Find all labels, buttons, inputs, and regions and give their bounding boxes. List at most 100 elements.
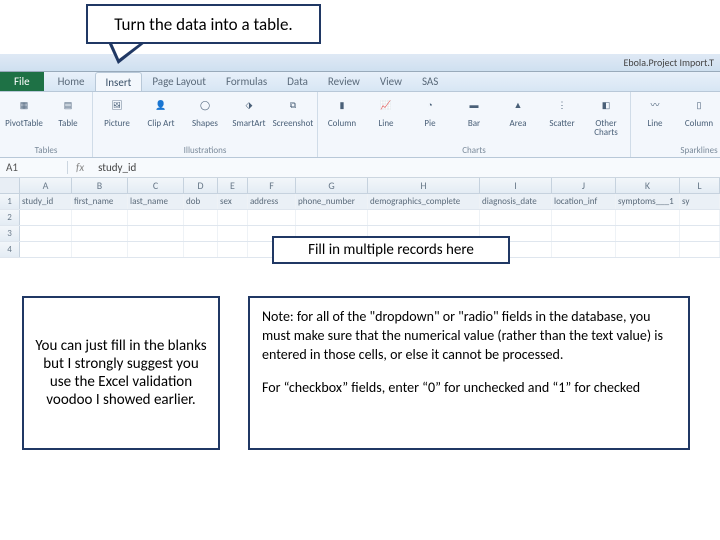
table-button[interactable]: ▤Table: [48, 95, 88, 128]
cell[interactable]: [368, 210, 480, 225]
column-chart-button[interactable]: ▮Column: [322, 95, 362, 138]
cell[interactable]: [184, 242, 218, 257]
other-charts-button[interactable]: ◧Other Charts: [586, 95, 626, 138]
pie-chart-button[interactable]: ◔Pie: [410, 95, 450, 138]
cell[interactable]: location_inf: [552, 194, 616, 209]
cell[interactable]: [218, 210, 248, 225]
ribbon-body: ▦PivotTable ▤Table Tables 🖼Picture 👤Clip…: [0, 92, 720, 158]
formula-value[interactable]: study_id: [92, 161, 142, 174]
scatter-chart-button[interactable]: ⋮Scatter: [542, 95, 582, 138]
cell[interactable]: [552, 226, 616, 241]
cell[interactable]: [20, 242, 72, 257]
col-header[interactable]: J: [552, 178, 616, 193]
tab-sas[interactable]: SAS: [412, 72, 448, 91]
table-row[interactable]: 2: [0, 210, 720, 226]
excel-window: Ebola.Project Import.T File Home Insert …: [0, 54, 720, 258]
cell[interactable]: last_name: [128, 194, 184, 209]
row-header[interactable]: 2: [0, 210, 20, 225]
cell[interactable]: [184, 226, 218, 241]
ribbon-tabs: File Home Insert Page Layout Formulas Da…: [0, 72, 720, 92]
col-header[interactable]: F: [248, 178, 296, 193]
note-paragraph: For “checkbox” fields, enter “0” for unc…: [262, 379, 676, 398]
clipart-button[interactable]: 👤Clip Art: [141, 95, 181, 128]
cell[interactable]: dob: [184, 194, 218, 209]
cell[interactable]: [218, 226, 248, 241]
col-header[interactable]: C: [128, 178, 184, 193]
name-box[interactable]: A1: [0, 161, 68, 174]
cell[interactable]: diagnosis_date: [480, 194, 552, 209]
cell[interactable]: address: [248, 194, 296, 209]
smartart-button[interactable]: ⬗SmartArt: [229, 95, 269, 128]
tab-review[interactable]: Review: [318, 72, 370, 91]
cell[interactable]: [72, 242, 128, 257]
cell[interactable]: [616, 226, 680, 241]
select-all-corner[interactable]: [0, 178, 20, 193]
cell[interactable]: [128, 242, 184, 257]
scatter-chart-icon: ⋮: [551, 95, 573, 117]
cell[interactable]: [128, 210, 184, 225]
cell[interactable]: first_name: [72, 194, 128, 209]
cell[interactable]: [184, 210, 218, 225]
tab-data[interactable]: Data: [277, 72, 318, 91]
cell[interactable]: [680, 242, 720, 257]
screenshot-button[interactable]: ⧉Screenshot: [273, 95, 313, 128]
cell[interactable]: [552, 210, 616, 225]
shapes-icon: ◯: [194, 95, 216, 117]
cell[interactable]: [218, 242, 248, 257]
tab-file[interactable]: File: [0, 72, 44, 91]
pivottable-button[interactable]: ▦PivotTable: [4, 95, 44, 128]
row-header[interactable]: 3: [0, 226, 20, 241]
cell[interactable]: [480, 210, 552, 225]
cell[interactable]: [680, 226, 720, 241]
cell[interactable]: [680, 210, 720, 225]
col-header[interactable]: L: [680, 178, 720, 193]
cell[interactable]: [616, 210, 680, 225]
tab-insert[interactable]: Insert: [95, 72, 143, 91]
tab-formulas[interactable]: Formulas: [216, 72, 277, 91]
col-header[interactable]: B: [72, 178, 128, 193]
table-row[interactable]: 1 study_id first_name last_name dob sex …: [0, 194, 720, 210]
cell[interactable]: [20, 226, 72, 241]
tab-view[interactable]: View: [370, 72, 412, 91]
cell[interactable]: [72, 226, 128, 241]
cell[interactable]: [128, 226, 184, 241]
area-chart-button[interactable]: ▲Area: [498, 95, 538, 138]
col-header[interactable]: K: [616, 178, 680, 193]
ribbon-group-illustrations: 🖼Picture 👤Clip Art ◯Shapes ⬗SmartArt ⧉Sc…: [93, 92, 318, 157]
cell[interactable]: sex: [218, 194, 248, 209]
cell[interactable]: [552, 242, 616, 257]
col-header[interactable]: H: [368, 178, 480, 193]
col-header[interactable]: E: [218, 178, 248, 193]
tab-home[interactable]: Home: [48, 72, 95, 91]
formula-bar: A1 fx study_id: [0, 158, 720, 178]
col-header[interactable]: D: [184, 178, 218, 193]
cell[interactable]: [296, 210, 368, 225]
cell[interactable]: [248, 210, 296, 225]
line-chart-button[interactable]: 📈Line: [366, 95, 406, 138]
cell[interactable]: [616, 242, 680, 257]
group-label: Tables: [4, 145, 88, 156]
col-header[interactable]: A: [20, 178, 72, 193]
table-icon: ▤: [57, 95, 79, 117]
sparkline-column-button[interactable]: ▯Column: [679, 95, 719, 128]
other-charts-icon: ◧: [595, 95, 617, 117]
row-header[interactable]: 4: [0, 242, 20, 257]
cell[interactable]: demographics_complete: [368, 194, 480, 209]
cell[interactable]: phone_number: [296, 194, 368, 209]
shapes-button[interactable]: ◯Shapes: [185, 95, 225, 128]
cell[interactable]: [20, 210, 72, 225]
cell[interactable]: study_id: [20, 194, 72, 209]
picture-button[interactable]: 🖼Picture: [97, 95, 137, 128]
col-header[interactable]: G: [296, 178, 368, 193]
cell[interactable]: [72, 210, 128, 225]
tab-page-layout[interactable]: Page Layout: [142, 72, 216, 91]
pivot-icon: ▦: [13, 95, 35, 117]
bar-chart-button[interactable]: ▬Bar: [454, 95, 494, 138]
ribbon-group-tables: ▦PivotTable ▤Table Tables: [0, 92, 93, 157]
sparkline-line-button[interactable]: 〰Line: [635, 95, 675, 128]
col-header[interactable]: I: [480, 178, 552, 193]
cell[interactable]: symptoms___1: [616, 194, 680, 209]
cell[interactable]: sy: [680, 194, 720, 209]
sparkline-line-icon: 〰: [644, 95, 666, 117]
row-header[interactable]: 1: [0, 194, 20, 209]
